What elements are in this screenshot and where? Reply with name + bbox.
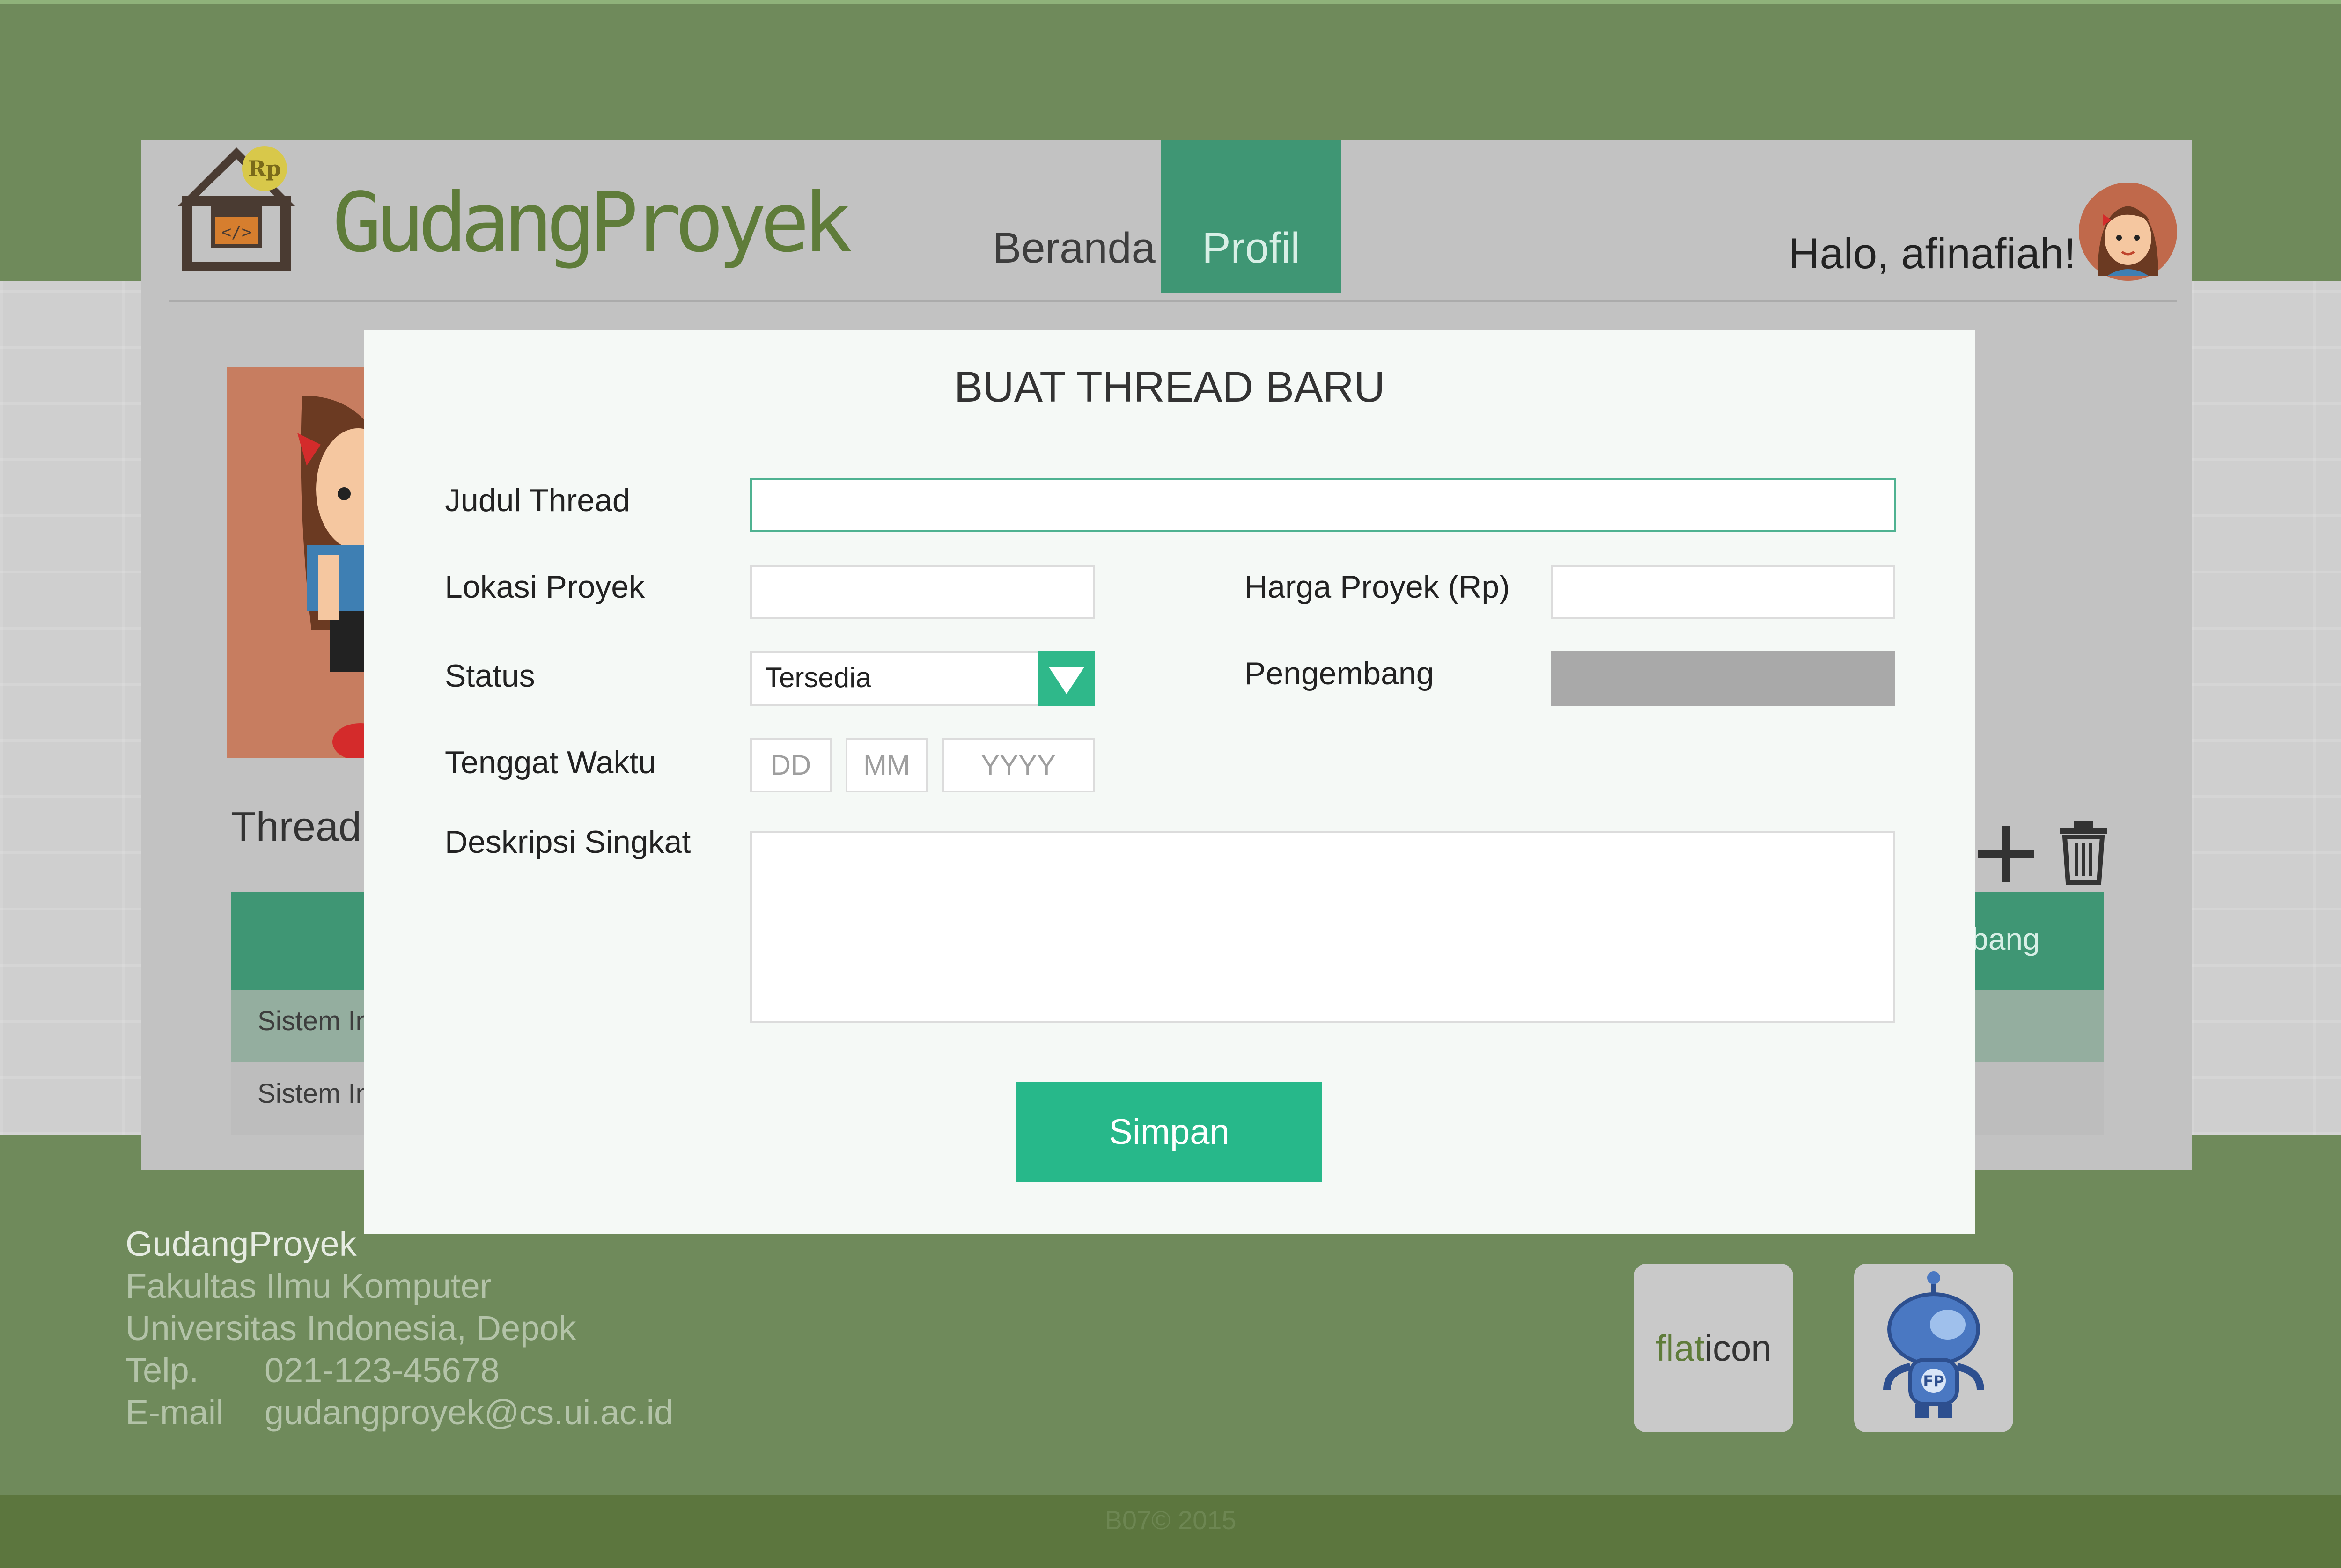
lokasi-proyek-label: Lokasi Proyek	[445, 569, 645, 605]
footer-title: GudangProyek	[125, 1224, 357, 1263]
new-thread-modal: BUAT THREAD BARU Judul Thread Lokasi Pro…	[364, 330, 1975, 1234]
simpan-button[interactable]: Simpan	[1016, 1082, 1322, 1182]
robot-fp-icon: FP	[1883, 1271, 1984, 1418]
judul-thread-label: Judul Thread	[445, 483, 630, 518]
judul-thread-input[interactable]	[750, 478, 1896, 532]
lokasi-proyek-input[interactable]	[750, 565, 1095, 619]
nav-beranda[interactable]: Beranda	[993, 224, 1156, 273]
table-header-partial: bang	[1971, 922, 2040, 956]
dropdown-arrow-icon[interactable]	[1038, 651, 1095, 706]
status-select[interactable]: Tersedia	[750, 651, 1095, 706]
brand-name[interactable]: GudangProyek	[332, 176, 852, 271]
flaticon-text-b: icon	[1704, 1327, 1772, 1369]
table-cell: Sistem In	[258, 1006, 371, 1036]
table-cell: Sistem In	[258, 1078, 371, 1109]
thread-heading: Thread	[231, 803, 361, 850]
fp-badge[interactable]: FP	[1854, 1264, 2013, 1432]
footer-faculty: Fakultas Ilmu Komputer	[125, 1267, 492, 1305]
footer-university: Universitas Indonesia, Depok	[125, 1309, 576, 1348]
deskripsi-singkat-label: Deskripsi Singkat	[445, 824, 691, 860]
logo-badge: Rp	[248, 156, 281, 181]
footer-email-label: E-mail	[125, 1393, 224, 1432]
fp-badge-text: FP	[1923, 1372, 1944, 1390]
harga-proyek-label: Harga Proyek (Rp)	[1244, 569, 1510, 605]
profile-photo	[227, 367, 368, 758]
footer-telp-label: Telp.	[125, 1351, 199, 1390]
copyright-text: B07© 2015	[1104, 1505, 1237, 1535]
avatar-icon[interactable]	[2079, 183, 2177, 281]
date-month-input[interactable]: MM	[846, 738, 928, 792]
pengembang-field	[1551, 651, 1895, 706]
date-year-input[interactable]: YYYY	[942, 738, 1095, 792]
flaticon-badge[interactable]: flaticon	[1634, 1264, 1793, 1432]
modal-title: BUAT THREAD BARU	[954, 363, 1385, 411]
user-greeting: Halo, afinafiah!	[1789, 230, 2076, 278]
house-logo-icon[interactable]: </> Rp	[169, 140, 304, 271]
footer-email-value[interactable]: gudangproyek@cs.ui.ac.id	[265, 1392, 673, 1432]
flaticon-text-a: flat	[1656, 1327, 1705, 1369]
tenggat-waktu-label: Tenggat Waktu	[445, 745, 656, 780]
header-divider	[169, 300, 2177, 302]
deskripsi-singkat-textarea[interactable]	[750, 831, 1895, 1023]
harga-proyek-input[interactable]	[1551, 565, 1895, 619]
footer-telp-value: 021-123-45678	[265, 1351, 500, 1390]
pengembang-label: Pengembang	[1244, 656, 1434, 691]
plus-icon[interactable]	[1976, 824, 2037, 885]
svg-text:</>: </>	[221, 223, 251, 242]
date-day-input[interactable]: DD	[750, 738, 832, 792]
nav-profil[interactable]: Profil	[1161, 140, 1341, 293]
status-selected-value: Tersedia	[765, 662, 871, 693]
status-label: Status	[445, 658, 535, 694]
trash-icon[interactable]	[2058, 819, 2109, 885]
